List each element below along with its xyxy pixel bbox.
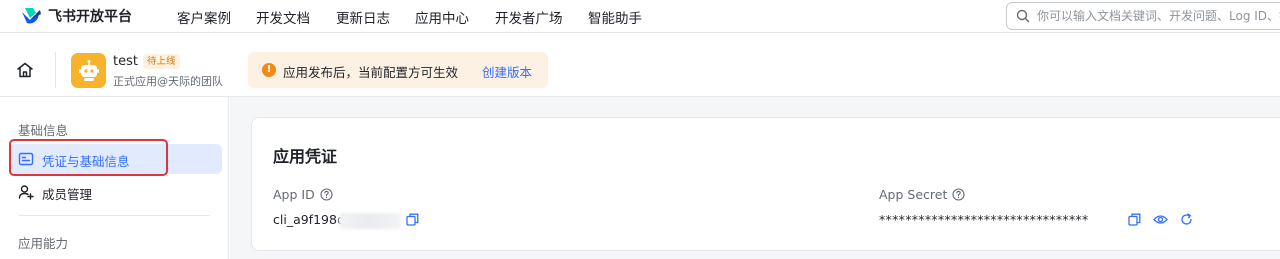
notice-text: 应用发布后，当前配置方可生效 [283, 65, 459, 80]
top-nav: 飞书开放平台 客户案例 开发文档 更新日志 应用中心 开发者广场 智能助手 [0, 0, 1280, 33]
app-subtitle: 正式应用@天际的团队 [113, 75, 223, 88]
sidebar-section-basic: 基础信息 [18, 123, 69, 138]
nav-changelog[interactable]: 更新日志 [336, 7, 390, 27]
help-icon[interactable] [952, 188, 965, 201]
app-avatar[interactable] [71, 53, 106, 88]
feishu-logo-icon [22, 8, 41, 24]
search-icon [1016, 9, 1030, 23]
main-content: 应用凭证 App ID cli_a9f198d App Secret *****… [230, 97, 1280, 259]
eye-icon[interactable] [1153, 213, 1168, 226]
copy-icon[interactable] [406, 213, 419, 226]
sidebar-item-credentials[interactable]: 凭证与基础信息 [10, 144, 222, 174]
app-id-label: App ID [273, 187, 333, 202]
sidebar-item-members[interactable]: 成员管理 [10, 177, 222, 207]
header-divider [55, 52, 56, 88]
status-badge: 待上线 [143, 54, 180, 69]
app-id-value: cli_a9f198d [273, 212, 345, 227]
publish-notice: ! 应用发布后，当前配置方可生效 创建版本 [248, 52, 548, 88]
nav-dev-square[interactable]: 开发者广场 [495, 7, 563, 27]
nav-app-center[interactable]: 应用中心 [415, 7, 469, 27]
nav-customer-cases[interactable]: 客户案例 [177, 7, 231, 27]
sidebar-divider [18, 215, 210, 216]
sidebar-section-capability: 应用能力 [18, 236, 69, 251]
create-version-link[interactable]: 创建版本 [482, 62, 532, 81]
help-icon[interactable] [320, 188, 333, 201]
credentials-card: 应用凭证 App ID cli_a9f198d App Secret *****… [251, 117, 1280, 251]
refresh-icon[interactable] [1180, 213, 1193, 226]
credential-card-icon [18, 152, 34, 166]
home-icon[interactable] [16, 62, 34, 78]
brand-name: 飞书开放平台 [48, 9, 132, 25]
nav-ai-assistant[interactable]: 智能助手 [588, 7, 642, 27]
copy-icon[interactable] [1128, 213, 1141, 226]
app-secret-label-text: App Secret [879, 187, 948, 202]
warning-icon: ! [262, 63, 276, 77]
app-id-label-text: App ID [273, 187, 315, 202]
sidebar: 基础信息 凭证与基础信息 成员管理 应用能力 [0, 97, 229, 259]
search-box[interactable] [1006, 2, 1280, 30]
app-name: test [113, 54, 138, 69]
sidebar-item-label: 成员管理 [42, 187, 93, 202]
app-secret-value: ******************************** [879, 212, 1089, 227]
redacted-mask [339, 213, 401, 229]
robot-icon [78, 59, 99, 81]
brand-logo[interactable]: 飞书开放平台 [20, 5, 132, 27]
sidebar-item-label: 凭证与基础信息 [42, 154, 130, 169]
app-header: test 待上线 正式应用@天际的团队 ! 应用发布后，当前配置方可生效 创建版… [0, 42, 1280, 97]
add-member-icon [18, 185, 34, 200]
nav-dev-docs[interactable]: 开发文档 [256, 7, 310, 27]
card-title: 应用凭证 [273, 147, 338, 166]
search-input[interactable] [1037, 7, 1280, 25]
app-secret-label: App Secret [879, 187, 965, 202]
